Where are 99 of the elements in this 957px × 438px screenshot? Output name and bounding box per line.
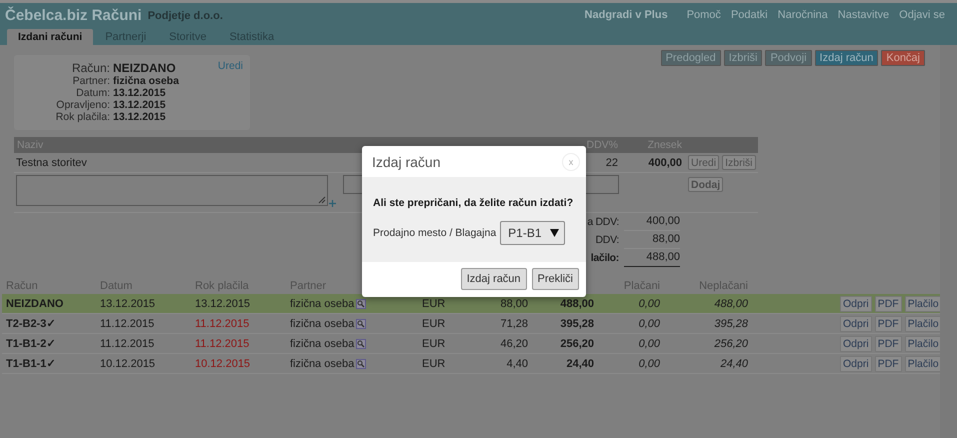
date-cell-text: 13.12.2015 bbox=[100, 298, 156, 310]
row-button[interactable]: PDF bbox=[874, 356, 902, 372]
date-cell-text: 11.12.2015 bbox=[100, 338, 156, 350]
search-icon[interactable] bbox=[356, 298, 366, 308]
search-icon[interactable] bbox=[356, 318, 366, 328]
row-button[interactable]: Odpri bbox=[840, 336, 872, 352]
field-label: Opravljeno: bbox=[55, 99, 110, 111]
unpaid-cell-text: 488,00 bbox=[713, 298, 748, 310]
row-button[interactable]: Plačilo bbox=[904, 296, 942, 312]
dialog-title: Izdaj račun bbox=[372, 154, 440, 170]
currency-cell-text: EUR bbox=[422, 358, 446, 370]
due-date-cell-text: 13.12.2015 bbox=[195, 298, 252, 310]
nav-link[interactable]: Nastavitve bbox=[838, 9, 890, 21]
field-value: 13.12.2015 bbox=[113, 87, 167, 99]
close-button[interactable]: x bbox=[562, 152, 580, 170]
row-button[interactable]: PDF bbox=[874, 316, 902, 332]
action-button[interactable]: Predogled bbox=[660, 50, 721, 66]
paid-cell-text: 0,00 bbox=[638, 358, 660, 370]
search-icon[interactable] bbox=[356, 358, 366, 368]
vat-cell-text: 22 bbox=[604, 156, 619, 168]
row-button[interactable]: Uredi bbox=[688, 155, 720, 170]
total-value: 88,00 bbox=[624, 231, 680, 249]
description-field[interactable] bbox=[16, 175, 328, 206]
row-button[interactable]: Odpri bbox=[840, 356, 872, 372]
nav-link[interactable]: Nadgradi v Plus bbox=[584, 9, 668, 21]
vat-cell-text: 4,40 bbox=[506, 358, 528, 370]
field-value: 13.12.2015 bbox=[113, 111, 167, 123]
resize-icon bbox=[318, 196, 326, 204]
dialog-button[interactable]: Prekliči bbox=[532, 268, 579, 290]
total-value: 488,00 bbox=[624, 249, 680, 267]
nav-link[interactable]: Pomoč bbox=[686, 9, 721, 21]
total-label: DDV: bbox=[596, 234, 620, 246]
search-icon[interactable] bbox=[356, 338, 366, 348]
caret-icon bbox=[550, 229, 559, 237]
row-button[interactable]: PDF bbox=[874, 296, 902, 312]
date-cell-text: 11.12.2015 bbox=[100, 318, 156, 330]
unpaid-cell-text: 256,20 bbox=[713, 338, 748, 350]
field-label: Prodajno mesto / Blagajna bbox=[373, 227, 496, 239]
currency-cell-text: EUR bbox=[422, 338, 446, 350]
action-button[interactable]: Izbriši bbox=[724, 50, 762, 66]
total-cell-text: 256,20 bbox=[559, 338, 594, 350]
partner-cell: fizična oseba bbox=[290, 338, 354, 350]
total-label: a DDV: bbox=[587, 216, 620, 228]
row-button[interactable]: Odpri bbox=[840, 296, 872, 312]
scrollbar[interactable] bbox=[940, 45, 957, 438]
vat-cell-text: 71,28 bbox=[499, 318, 528, 330]
date-cell-text: 10.12.2015 bbox=[100, 358, 156, 370]
company-name: Podjetje d.o.o. bbox=[148, 10, 223, 22]
field-value: NEIZDANO bbox=[113, 61, 177, 75]
unpaid-cell-text: 24,40 bbox=[719, 358, 748, 370]
currency-cell-text: EUR bbox=[422, 318, 446, 330]
row-button[interactable]: Plačilo bbox=[904, 316, 942, 332]
partner-cell: fizična oseba bbox=[290, 318, 354, 330]
due-date-cell-text: 11.12.2015 bbox=[195, 338, 250, 350]
action-button[interactable]: Izdaj račun bbox=[814, 50, 878, 66]
nav-link[interactable]: Naročnina bbox=[778, 9, 828, 21]
total-cell-text: 24,40 bbox=[565, 358, 594, 370]
register-select[interactable]: P1-B1 bbox=[500, 221, 565, 245]
paid-cell-text: 0,00 bbox=[638, 298, 660, 310]
due-date-cell-text: 11.12.2015 bbox=[195, 318, 250, 330]
invoice-number: T1-B1-2✓ bbox=[6, 337, 56, 350]
total-value: 400,00 bbox=[624, 213, 680, 231]
amount-cell-text: 400,00 bbox=[647, 156, 682, 168]
unpaid-cell-text: 395,28 bbox=[713, 318, 748, 330]
nav-link[interactable]: Odjavi se bbox=[899, 9, 945, 21]
total-cell-text: 488,00 bbox=[559, 298, 594, 310]
field-label: Partner: bbox=[72, 75, 110, 87]
field-value: fizična oseba bbox=[113, 75, 179, 87]
row-button[interactable]: Izbriši bbox=[722, 155, 756, 170]
dialog-question: Ali ste prepričani, da želite račun izdati? bbox=[373, 197, 574, 209]
vat-cell-text: 46,20 bbox=[499, 338, 528, 350]
row-button[interactable]: Plačilo bbox=[904, 336, 942, 352]
invoice-number: T1-B1-1✓ bbox=[6, 357, 56, 370]
currency-cell-text: EUR bbox=[422, 298, 446, 310]
row-button[interactable]: Plačilo bbox=[904, 356, 942, 372]
row-button[interactable]: Odpri bbox=[840, 316, 872, 332]
field-value: 13.12.2015 bbox=[113, 99, 167, 111]
row-button[interactable]: PDF bbox=[874, 336, 902, 352]
add-button[interactable]: Dodaj bbox=[688, 177, 724, 192]
tab[interactable]: Izdani računi bbox=[7, 29, 94, 45]
total-label: lačilo: bbox=[590, 252, 620, 264]
paid-cell-text: 0,00 bbox=[638, 338, 660, 350]
field-label: Datum: bbox=[75, 87, 110, 99]
invoice-number: T2-B2-3✓ bbox=[6, 317, 56, 330]
invoice-number: NEIZDANO bbox=[6, 298, 64, 310]
dialog-button[interactable]: Izdaj račun bbox=[460, 268, 527, 290]
field-label: Račun: bbox=[70, 61, 110, 75]
field-label: Rok plačila: bbox=[54, 111, 110, 123]
nav-link[interactable]: Podatki bbox=[730, 9, 768, 21]
action-button[interactable]: Končaj bbox=[881, 50, 925, 66]
total-cell-text: 395,28 bbox=[559, 318, 594, 330]
app-title: Čebelca.biz Računi bbox=[5, 6, 142, 24]
edit-link[interactable]: Uredi bbox=[218, 60, 243, 72]
partner-cell: fizična oseba bbox=[290, 358, 354, 370]
paid-cell-text: 0,00 bbox=[638, 318, 660, 330]
action-button[interactable]: Podvoji bbox=[765, 50, 812, 66]
partner-cell: fizična oseba bbox=[290, 298, 354, 310]
vat-cell-text: 88,00 bbox=[499, 298, 528, 310]
due-date-cell-text: 10.12.2015 bbox=[195, 358, 252, 370]
